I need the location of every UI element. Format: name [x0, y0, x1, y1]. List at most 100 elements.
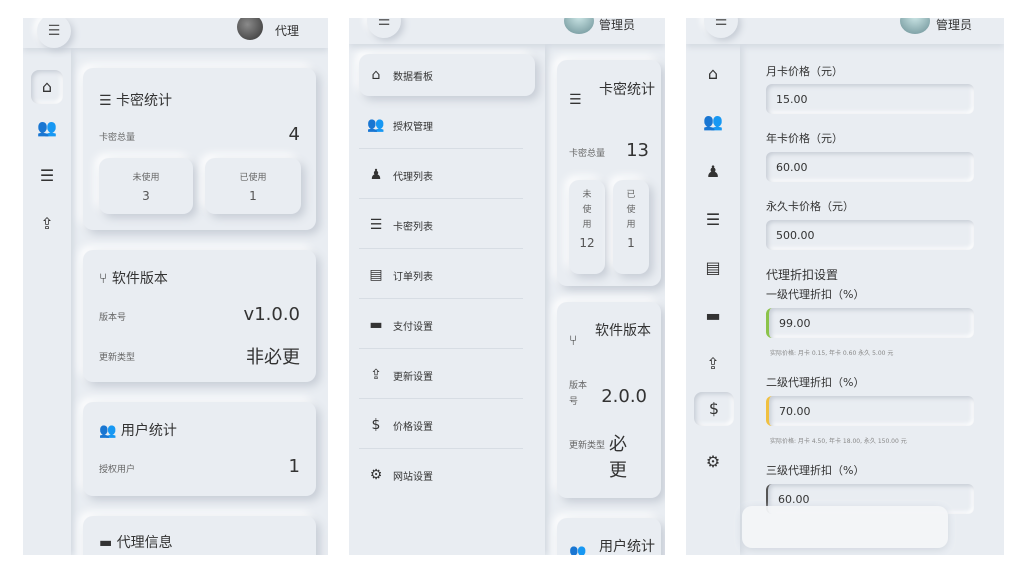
unused-label: 未使用 [132, 173, 160, 183]
year-price-label: 年卡价格（元） [766, 132, 843, 145]
perm-price-input[interactable]: 500.00 [766, 220, 974, 250]
used-box: 已使用 1 [205, 158, 301, 214]
dollar-icon: $ [371, 417, 381, 433]
nav-item-site[interactable]: ⚙ 网站设置 [359, 454, 539, 496]
lvl2-hint: 实际价格: 月卡 4.50, 年卡 18.00, 永久 150.00 元 [770, 438, 907, 445]
branch-icon: ⑂ [569, 333, 578, 349]
version-label: 版本号 [99, 313, 127, 323]
avatar[interactable] [900, 18, 930, 34]
home-icon[interactable]: ⌂ [686, 64, 740, 83]
users-icon: 👥 [367, 117, 385, 133]
users-icon[interactable]: 👥 [23, 118, 71, 137]
top-bar: ☰ 管理员 [349, 18, 665, 44]
year-price-input[interactable]: 60.00 [766, 152, 974, 182]
total-label: 卡密总量 [569, 149, 606, 159]
hamburger-menu-icon[interactable]: ☰ [367, 18, 401, 38]
auth-value: 1 [288, 456, 300, 477]
divider [359, 298, 523, 299]
card-version: ⑂ 软件版本 版本号 2.0.0 更新类型 必更 [557, 302, 661, 498]
lvl2-discount-label: 二级代理折扣（%） [766, 376, 865, 389]
home-icon[interactable]: ⌂ [31, 70, 63, 104]
dollar-icon[interactable]: $ [694, 392, 734, 426]
month-price-input[interactable]: 15.00 [766, 84, 974, 114]
hamburger-menu-icon[interactable]: ☰ [704, 18, 738, 38]
wallet-icon: ▬ [369, 317, 383, 333]
nav-item-payment[interactable]: ▬ 支付设置 [359, 304, 539, 346]
total-label: 卡密总量 [99, 133, 136, 143]
unused-box: 未使用 12 [569, 180, 605, 274]
card-version: ⑂ 软件版本 版本号 v1.0.0 更新类型 非必更 [83, 250, 316, 382]
list-icon: ☰ [99, 93, 112, 109]
unused-value: 3 [142, 189, 150, 203]
list-icon[interactable]: ☰ [686, 210, 740, 229]
users-icon[interactable]: 👥 [686, 112, 740, 131]
lvl3-discount-label: 三级代理折扣（%） [766, 464, 865, 477]
nav-item-price[interactable]: $ 价格设置 [359, 404, 539, 446]
used-value: 1 [627, 236, 635, 250]
home-icon: ⌂ [371, 67, 381, 83]
upload-icon[interactable]: ⇪ [23, 214, 71, 233]
list-icon[interactable]: ☰ [23, 166, 71, 185]
used-value: 1 [249, 189, 257, 203]
user-icon: ♟ [369, 167, 383, 183]
hamburger-menu-icon[interactable]: ☰ [37, 18, 71, 48]
avatar[interactable] [237, 18, 263, 40]
nav-item-auth[interactable]: 👥 授权管理 [359, 104, 539, 146]
version-value: v1.0.0 [243, 304, 300, 325]
used-label: 已使用 [626, 190, 636, 230]
sidebar: ⌂ 👥 ♟ ☰ ▤ ▬ ⇪ $ ⚙ [686, 44, 740, 555]
perm-price-label: 永久卡价格（元） [766, 200, 854, 213]
discount-section-title: 代理折扣设置 [766, 268, 839, 282]
file-icon[interactable]: ▤ [686, 258, 740, 277]
user-icon[interactable]: ♟ [686, 162, 740, 181]
upload-icon: ⇪ [370, 367, 382, 383]
unused-value: 12 [579, 236, 595, 250]
card-users: 👥 用户统计 [557, 518, 661, 555]
unused-box: 未使用 3 [99, 158, 193, 214]
username: 代理 [275, 24, 300, 38]
used-label: 已使用 [239, 173, 267, 183]
lvl1-discount-label: 一级代理折扣（%） [766, 288, 865, 301]
list-icon: ☰ [569, 92, 582, 108]
card-agent: ▬ 代理信息 [83, 516, 316, 555]
sidebar: ⌂ 👥 ☰ ⇪ [23, 48, 71, 555]
divider [359, 198, 523, 199]
top-bar: ☰ 代理 [23, 18, 328, 48]
admin-dashboard-panel: ☰ 管理员 ⌂ 数据看板 👥 授权管理 ♟ 代理列表 ☰ 卡密列表 ▤ 订单列表 ▬ 支付设… [349, 18, 665, 555]
divider [359, 448, 523, 449]
type-value: 非必更 [246, 347, 300, 368]
total-value: 4 [288, 124, 300, 145]
upload-icon[interactable]: ⇪ [686, 354, 740, 373]
nav-item-cards[interactable]: ☰ 卡密列表 [359, 204, 539, 246]
username: 管理员 [599, 18, 636, 32]
divider [359, 398, 523, 399]
gear-icon: ⚙ [369, 467, 383, 483]
lvl1-hint: 实际价格: 月卡 0.15, 年卡 0.60 永久 5.00 元 [770, 350, 894, 357]
type-label: 更新类型 [569, 441, 606, 451]
nav-item-update[interactable]: ⇪ 更新设置 [359, 354, 539, 396]
lvl1-discount-input[interactable]: 99.00 [766, 308, 974, 338]
agent-dashboard-panel: ☰ 代理 ⌂ 👥 ☰ ⇪ ☰ 卡密统计 卡密总量 4 未使用 3 已使用 1 ⑂… [23, 18, 328, 555]
users-icon: 👥 [99, 423, 117, 439]
month-price-label: 月卡价格（元） [766, 65, 843, 78]
nav-item-agents[interactable]: ♟ 代理列表 [359, 154, 539, 196]
divider [359, 148, 523, 149]
users-icon: 👥 [569, 544, 587, 555]
username: 管理员 [936, 18, 973, 32]
card-title: 👥 用户统计 [99, 423, 177, 439]
nav-item-dashboard[interactable]: ⌂ 数据看板 [359, 54, 535, 96]
file-icon: ▤ [369, 267, 383, 283]
top-bar: ☰ 管理员 [686, 18, 1004, 44]
nav-item-orders[interactable]: ▤ 订单列表 [359, 254, 539, 296]
wallet-icon[interactable]: ▬ [686, 306, 740, 325]
lvl2-discount-input[interactable]: 70.00 [766, 396, 974, 426]
list-icon: ☰ [369, 217, 383, 233]
toast-overlay [742, 506, 948, 548]
gear-icon[interactable]: ⚙ [686, 452, 740, 471]
avatar[interactable] [564, 18, 594, 34]
card-stats: ☰ 卡密统计 卡密总量 13 未使用 12 已使用 1 [557, 60, 661, 286]
card-title: ⑂ 软件版本 [99, 271, 168, 287]
price-settings-panel: ☰ 管理员 ⌂ 👥 ♟ ☰ ▤ ▬ ⇪ $ ⚙ 月卡价格（元） 15.00 年卡… [686, 18, 1004, 555]
used-box: 已使用 1 [613, 180, 649, 274]
wallet-icon: ▬ [99, 535, 113, 551]
